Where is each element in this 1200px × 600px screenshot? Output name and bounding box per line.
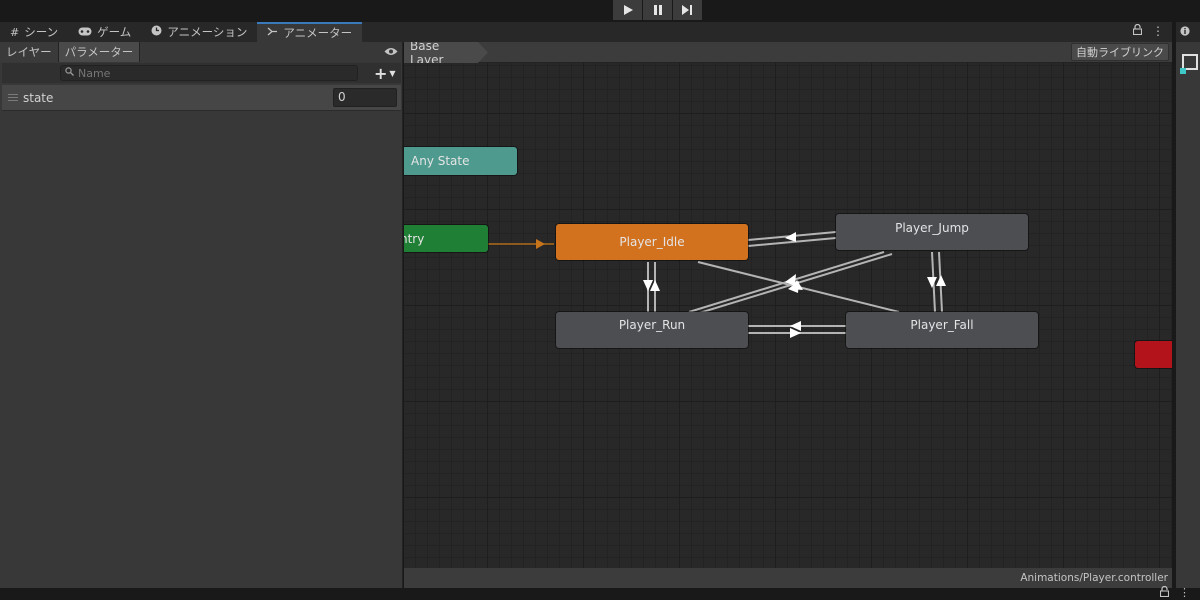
- animator-side-panel: レイヤー パラメーター + ▼ state 0: [0, 42, 403, 588]
- drag-handle-icon[interactable]: [8, 94, 18, 101]
- transition-lines: [488, 231, 946, 338]
- tab-animation[interactable]: アニメーション: [141, 22, 257, 42]
- play-icon: [623, 5, 633, 15]
- pause-button[interactable]: [643, 0, 672, 20]
- lock-icon[interactable]: [1132, 23, 1143, 38]
- breadcrumb-base-layer[interactable]: Base Layer: [404, 42, 488, 63]
- parameter-value-field[interactable]: 0: [333, 88, 397, 107]
- info-icon: [1180, 25, 1190, 39]
- state-player-idle[interactable]: Player_Idle: [556, 224, 748, 260]
- side-panel-tabs: レイヤー パラメーター: [0, 42, 403, 62]
- more-options-icon[interactable]: ⋮: [1179, 586, 1190, 600]
- bottom-panel-controls: ⋮: [1159, 585, 1190, 600]
- auto-live-link-button[interactable]: 自動ライブリンク: [1071, 43, 1169, 61]
- grid-icon: #: [10, 25, 20, 39]
- lock-icon[interactable]: [1159, 585, 1170, 600]
- tab-inspector[interactable]: [1176, 22, 1200, 42]
- tab-label: アニメーター: [283, 26, 353, 40]
- parameter-search-field: [60, 65, 358, 81]
- tab-parameters[interactable]: パラメーター: [58, 42, 141, 62]
- state-entry[interactable]: ntry: [404, 225, 488, 252]
- state-player-fall[interactable]: Player_Fall: [846, 312, 1038, 348]
- transform-icon: [1180, 54, 1198, 74]
- tab-layers[interactable]: レイヤー: [0, 42, 59, 62]
- state-label: Player_Run: [618, 318, 686, 332]
- state-label: Player_Jump: [895, 221, 969, 235]
- animator-graph-canvas[interactable]: Base Layer 自動ライブリンク Any State ntry Playe…: [404, 42, 1172, 588]
- tab-bar-controls: ⋮: [1132, 23, 1164, 38]
- controller-path: Animations/Player.controller: [1020, 572, 1168, 584]
- parameter-name: state: [23, 91, 54, 105]
- tab-scene[interactable]: # シーン: [0, 22, 68, 42]
- gamepad-icon: [78, 26, 92, 39]
- search-input[interactable]: [78, 66, 338, 80]
- plus-icon: +: [374, 63, 388, 83]
- pause-icon: [653, 5, 662, 15]
- transition-arrow-icon: [927, 277, 937, 288]
- state-player-run[interactable]: Player_Run: [556, 312, 748, 348]
- eye-icon[interactable]: [384, 45, 398, 60]
- tab-label: アニメーション: [167, 25, 248, 39]
- inspector-body: [1176, 42, 1200, 588]
- bottom-panel-edge: ⋮: [0, 585, 1200, 600]
- tab-label: シーン: [24, 25, 59, 39]
- state-player-jump[interactable]: Player_Jump: [836, 214, 1028, 250]
- animator-icon: [267, 26, 278, 40]
- editor-tab-bar: # シーン ゲーム アニメーション アニメーター ⋮: [0, 22, 1172, 42]
- step-button[interactable]: [673, 0, 702, 20]
- main-toolbar: [0, 0, 1200, 22]
- state-label: ntry: [404, 231, 425, 246]
- more-options-icon[interactable]: ⋮: [1152, 24, 1164, 38]
- step-icon: [682, 5, 692, 15]
- add-parameter-button[interactable]: + ▼: [374, 63, 396, 83]
- tab-game[interactable]: ゲーム: [68, 22, 141, 42]
- play-button[interactable]: [613, 0, 642, 20]
- clock-icon: [151, 25, 162, 39]
- chevron-down-icon: ▼: [389, 68, 396, 78]
- parameter-row[interactable]: state 0: [2, 85, 401, 111]
- transition-arrow-icon: [936, 275, 946, 286]
- graph-breadcrumb-bar: Base Layer 自動ライブリンク: [404, 42, 1172, 63]
- search-icon: [65, 67, 74, 79]
- state-label: Any State: [411, 154, 470, 168]
- state-label: Player_Fall: [910, 318, 974, 332]
- inspector-panel-edge: [1172, 22, 1200, 588]
- parameter-search-row: + ▼: [2, 63, 401, 83]
- state-any-state[interactable]: Any State: [404, 147, 517, 175]
- controller-path-bar: Animations/Player.controller: [404, 568, 1172, 588]
- tab-label: ゲーム: [97, 25, 132, 39]
- tab-animator[interactable]: アニメーター: [257, 22, 363, 42]
- transition-arrow-icon: [536, 239, 545, 249]
- state-label: Player_Idle: [619, 235, 685, 249]
- playback-controls: [613, 0, 703, 20]
- state-exit[interactable]: [1135, 341, 1172, 368]
